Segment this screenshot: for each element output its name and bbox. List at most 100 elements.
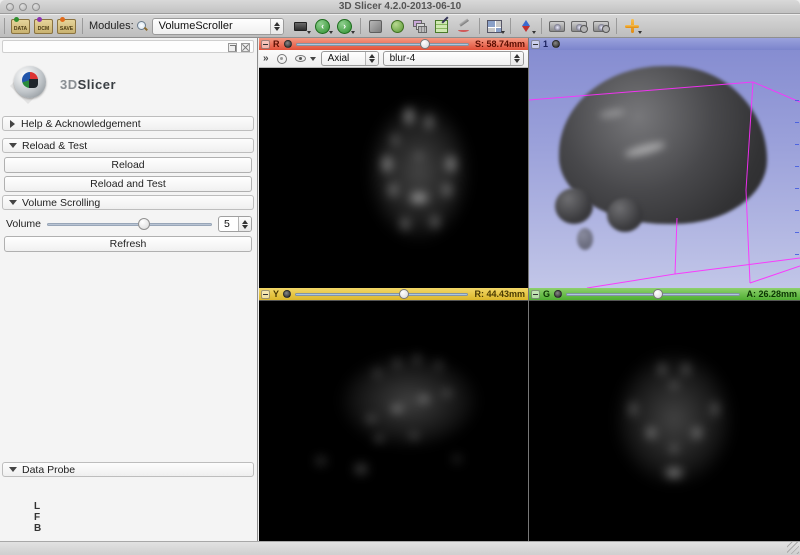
modules-label: Modules: xyxy=(89,20,134,32)
axial-view[interactable] xyxy=(259,68,528,288)
toolbar-separator xyxy=(4,18,5,34)
section-data-probe[interactable]: Data Probe xyxy=(2,462,254,477)
toolbar-separator xyxy=(479,18,480,34)
volumes-module-button[interactable] xyxy=(388,17,408,35)
volume-slider-handle[interactable] xyxy=(138,218,150,230)
coronal-slider-handle[interactable] xyxy=(653,289,663,299)
volume-slider-track[interactable] xyxy=(47,223,212,226)
window-title: 3D Slicer 4.2.0-2013-06-10 xyxy=(0,1,800,12)
dicom-icon[interactable]: DCM xyxy=(34,19,53,34)
section-data-probe-label: Data Probe xyxy=(22,464,75,476)
axial-marker: R xyxy=(273,39,280,49)
section-help-acknowledgement[interactable]: Help & Acknowledgement xyxy=(2,116,254,131)
close-panel-icon[interactable] xyxy=(241,43,250,52)
coronal-offset-slider[interactable] xyxy=(566,289,740,299)
add-dot-icon xyxy=(14,17,19,22)
axial-slider-handle[interactable] xyxy=(420,39,430,49)
sagittal-marker: Y xyxy=(273,289,279,299)
view-splitter[interactable] xyxy=(528,38,529,541)
refresh-button[interactable]: Refresh xyxy=(4,236,252,252)
expanded-arrow-icon xyxy=(9,467,17,472)
sagittal-offset-value: R: 44.43mm xyxy=(474,289,525,299)
slice-visibility-icon[interactable] xyxy=(295,55,306,62)
ruler-ticks xyxy=(795,100,799,260)
section-volume-scrolling-label: Volume Scrolling xyxy=(22,197,100,209)
pin-icon[interactable] xyxy=(531,290,540,299)
expanded-arrow-icon xyxy=(9,200,17,205)
models-module-icon xyxy=(413,20,427,33)
scene-capture-icon xyxy=(571,21,587,32)
threed-view[interactable] xyxy=(529,50,800,288)
layout-selector-button[interactable] xyxy=(485,17,505,35)
visibility-eye-icon[interactable] xyxy=(284,40,292,48)
save-icon[interactable]: SAVE xyxy=(57,19,76,34)
mouse-mode-button[interactable] xyxy=(516,17,536,35)
expanded-arrow-icon xyxy=(9,143,17,148)
module-back-button[interactable]: ‹ xyxy=(313,17,333,35)
markups-module-button[interactable] xyxy=(454,17,474,35)
coronal-view[interactable] xyxy=(529,300,800,541)
data-module-button[interactable] xyxy=(366,17,386,35)
orientation-selector[interactable]: Axial xyxy=(321,51,379,66)
volume-spinbox[interactable]: 5 xyxy=(218,216,252,232)
sagittal-slider-handle[interactable] xyxy=(399,289,409,299)
sagittal-offset-slider[interactable] xyxy=(295,289,468,299)
sagittal-view[interactable] xyxy=(259,300,528,541)
data-module-icon xyxy=(369,20,382,33)
volume-label: Volume xyxy=(6,218,41,230)
orientation-b-label: B xyxy=(34,523,41,534)
restore-scene-button[interactable] xyxy=(591,17,611,35)
spin-icon[interactable] xyxy=(552,40,560,48)
link-views-icon[interactable] xyxy=(277,54,287,64)
pin-icon[interactable] xyxy=(261,40,270,49)
scene-restore-icon xyxy=(593,21,609,32)
axial-offset-slider[interactable] xyxy=(296,39,469,49)
orientation-l-label: L xyxy=(34,501,41,512)
orientation-stepper[interactable] xyxy=(365,52,378,65)
bounding-box-wireframe xyxy=(529,50,800,288)
volume-selector-stepper[interactable] xyxy=(510,52,523,65)
axial-slice-bar: R S: 58.74mm xyxy=(259,38,528,50)
more-options-chevrons[interactable]: » xyxy=(263,53,269,64)
view-layout: R S: 58.74mm » Axial blur-4 xyxy=(259,38,800,541)
module-selector[interactable]: VolumeScroller xyxy=(152,18,284,35)
load-data-icon[interactable]: DATA xyxy=(11,19,30,34)
editor-module-icon xyxy=(435,20,448,33)
crosshair-button[interactable] xyxy=(622,17,642,35)
module-history-button[interactable] xyxy=(291,17,311,35)
slicer-logo-icon xyxy=(8,62,52,106)
pin-icon[interactable] xyxy=(261,290,270,299)
axial-offset-value: S: 58.74mm xyxy=(475,39,525,49)
axial-controls-row: » Axial blur-4 xyxy=(259,50,528,68)
models-module-button[interactable] xyxy=(410,17,430,35)
sagittal-slice-bar: Y R: 44.43mm xyxy=(259,288,528,300)
reload-button[interactable]: Reload xyxy=(4,157,252,173)
volume-spinbox-stepper[interactable] xyxy=(238,217,251,231)
volume-selector[interactable]: blur-4 xyxy=(383,51,524,66)
visibility-dropdown-icon[interactable] xyxy=(310,57,316,61)
sagittal-brain-image xyxy=(259,301,528,541)
save-label: SAVE xyxy=(60,26,73,32)
axial-brain-image xyxy=(259,68,528,288)
coronal-offset-value: A: 26.28mm xyxy=(746,289,797,299)
section-volume-scrolling[interactable]: Volume Scrolling xyxy=(2,195,254,210)
undock-panel-icon[interactable] xyxy=(228,43,237,52)
toolbar-separator xyxy=(510,18,511,34)
window-bottom-edge xyxy=(0,541,800,555)
capture-scene-button[interactable] xyxy=(569,17,589,35)
visibility-eye-icon[interactable] xyxy=(283,290,291,298)
reload-and-test-button[interactable]: Reload and Test xyxy=(4,176,252,192)
pin-icon[interactable] xyxy=(531,40,540,49)
capture-screenshot-button[interactable] xyxy=(547,17,567,35)
volume-slider[interactable] xyxy=(47,217,212,231)
module-forward-button[interactable]: › xyxy=(335,17,355,35)
threed-view-label: 1 xyxy=(543,39,548,49)
visibility-eye-icon[interactable] xyxy=(554,290,562,298)
fiducial-arrows-icon xyxy=(522,20,530,32)
editor-module-button[interactable] xyxy=(432,17,452,35)
coronal-slice-bar: G A: 26.28mm xyxy=(529,288,800,300)
resize-grip[interactable] xyxy=(787,542,799,554)
module-search-icon[interactable] xyxy=(137,21,148,32)
section-reload-test[interactable]: Reload & Test xyxy=(2,138,254,153)
combo-stepper-icon[interactable] xyxy=(270,19,283,34)
